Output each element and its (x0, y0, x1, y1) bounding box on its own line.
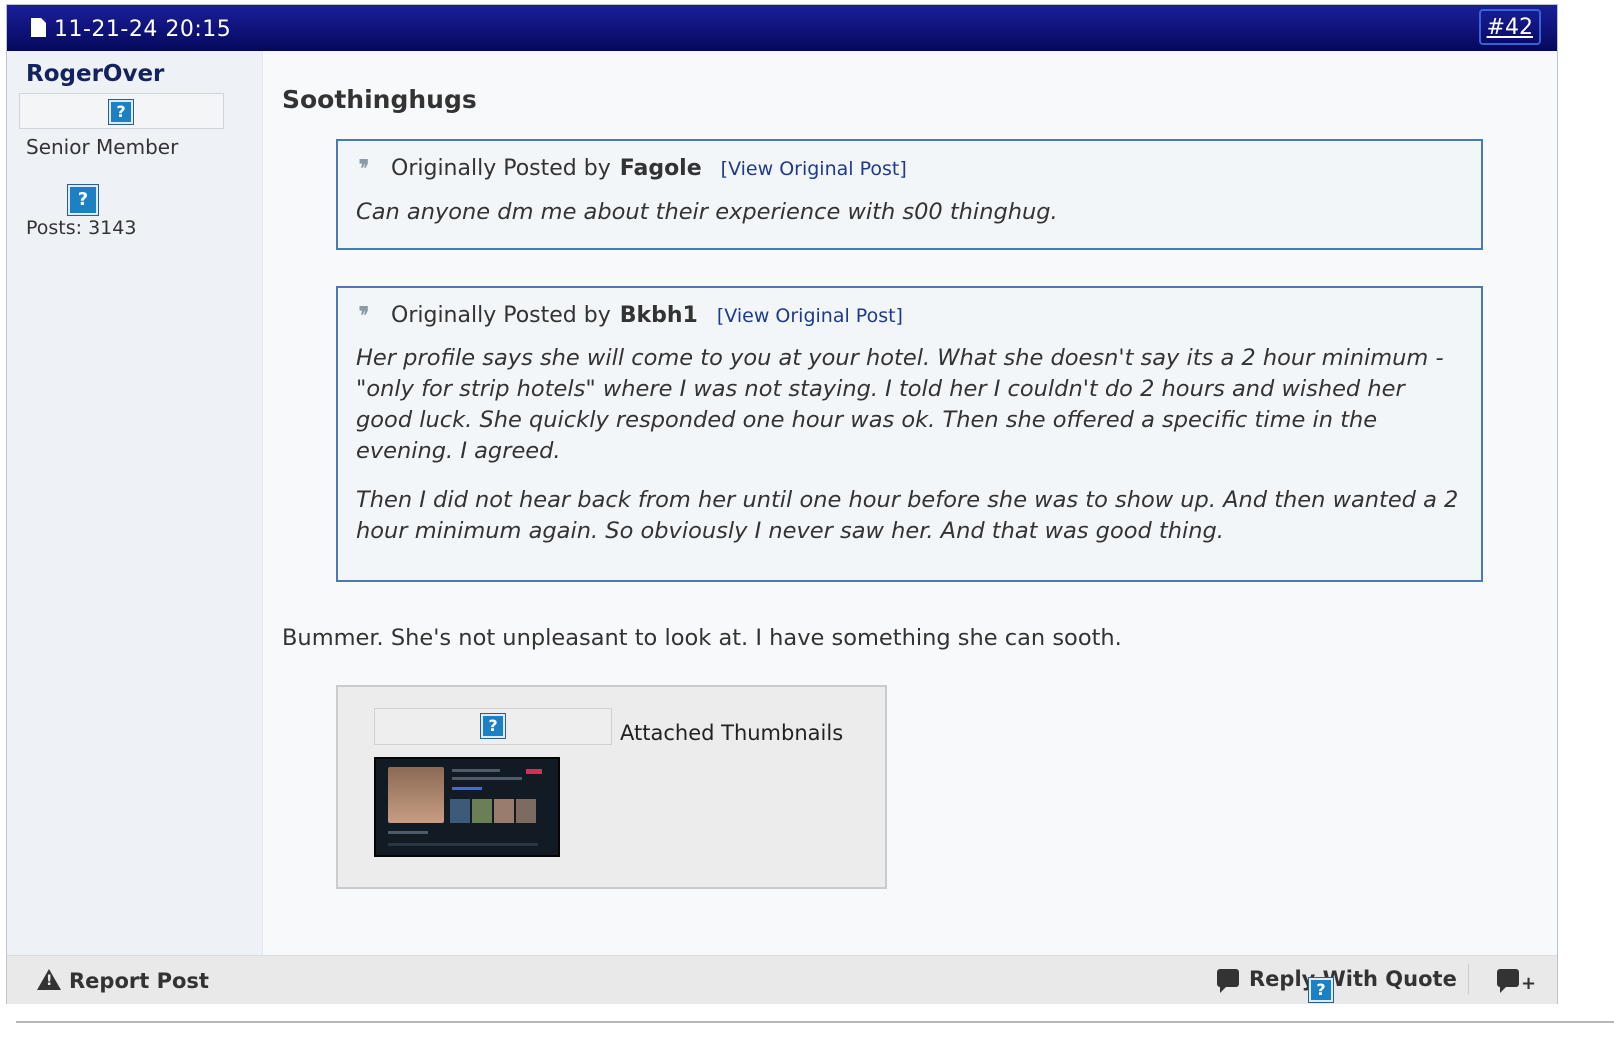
post-date: 11-21-24 20:15 (54, 17, 232, 42)
report-post-label: Report Post (69, 969, 209, 993)
report-post-button[interactable]: Report Post (37, 969, 209, 993)
thumbnail-badge (526, 769, 542, 774)
broken-image-icon: ? (481, 714, 505, 738)
multi-quote-icon (1497, 969, 1519, 993)
attachment-icon-box: ? (374, 708, 612, 745)
user-info-panel: RogerOver ? Senior Member ? Posts: 3143 (7, 51, 263, 955)
divider-line (16, 1021, 1614, 1023)
post-header: 11-21-24 20:15 #42 (7, 5, 1557, 51)
document-icon (31, 18, 46, 37)
thumbnail-photo (388, 767, 444, 823)
quote-prefix: Originally Posted by (391, 303, 611, 328)
thumbnail-tile (450, 799, 470, 823)
quote-paragraph: Can anyone dm me about their experience … (356, 199, 1058, 225)
quote-header: ❜❜ Originally Posted by Bkbh1 [View Orig… (358, 302, 903, 332)
quote-marks-icon: ❜❜ (358, 302, 370, 332)
view-original-post-link[interactable]: [View Original Post] (717, 305, 903, 327)
thumbnail-line (452, 769, 500, 772)
thumbnail-line (452, 787, 482, 790)
quote-header: ❜❜ Originally Posted by Fagole [View Ori… (358, 155, 907, 185)
view-original-post-link[interactable]: [View Original Post] (721, 158, 907, 180)
thumbnail-tile (472, 799, 492, 823)
attachment-thumbnail[interactable] (374, 757, 560, 857)
post-message: Bummer. She's not unpleasant to look at.… (282, 625, 1122, 651)
post-count: Posts: 3143 (26, 217, 137, 239)
avatar: ? (19, 93, 224, 129)
footer-divider (1468, 964, 1469, 994)
quote-author: Bkbh1 (619, 303, 698, 328)
post-footer: Report Post Reply With Quote ? + (7, 955, 1557, 1004)
quote-prefix: Originally Posted by (391, 156, 611, 181)
quote-text: Her profile says she will come to you at… (356, 343, 1466, 547)
quote-block: ❜❜ Originally Posted by Bkbh1 [View Orig… (336, 286, 1483, 582)
quote-paragraph: Her profile says she will come to you at… (356, 345, 1444, 464)
attachments-box: ? Attached Thumbnails (336, 685, 887, 889)
quote-author: Fagole (619, 156, 702, 181)
thumbnail-line (388, 843, 538, 846)
username-link[interactable]: RogerOver (26, 61, 164, 87)
thumbnail-line (388, 831, 428, 834)
reply-with-quote-label: Reply With Quote (1249, 967, 1457, 991)
reply-quote-icon (1217, 969, 1239, 993)
post-number-link[interactable]: #42 (1478, 9, 1541, 45)
thumbnail-tile (516, 799, 536, 823)
quote-text: Can anyone dm me about their experience … (356, 197, 1058, 228)
thumbnail-line (452, 777, 522, 780)
reply-with-quote-button[interactable]: Reply With Quote (1217, 967, 1457, 993)
attachments-title: Attached Thumbnails (620, 721, 844, 745)
multi-quote-button[interactable]: + (1497, 969, 1536, 994)
quote-block: ❜❜ Originally Posted by Fagole [View Ori… (336, 139, 1483, 250)
user-title: Senior Member (26, 135, 179, 159)
broken-image-icon: ? (109, 100, 133, 124)
post-title: Soothinghugs (282, 85, 477, 114)
quote-paragraph: Then I did not hear back from her until … (356, 487, 1459, 544)
broken-image-icon: ? (68, 185, 98, 215)
thumbnail-tile (494, 799, 514, 823)
quote-marks-icon: ❜❜ (358, 155, 370, 185)
broken-image-icon: ? (1309, 978, 1333, 1002)
warning-icon (37, 969, 61, 990)
forum-post: 11-21-24 20:15 #42 RogerOver ? Senior Me… (6, 4, 1558, 1004)
plus-icon: + (1521, 973, 1537, 994)
